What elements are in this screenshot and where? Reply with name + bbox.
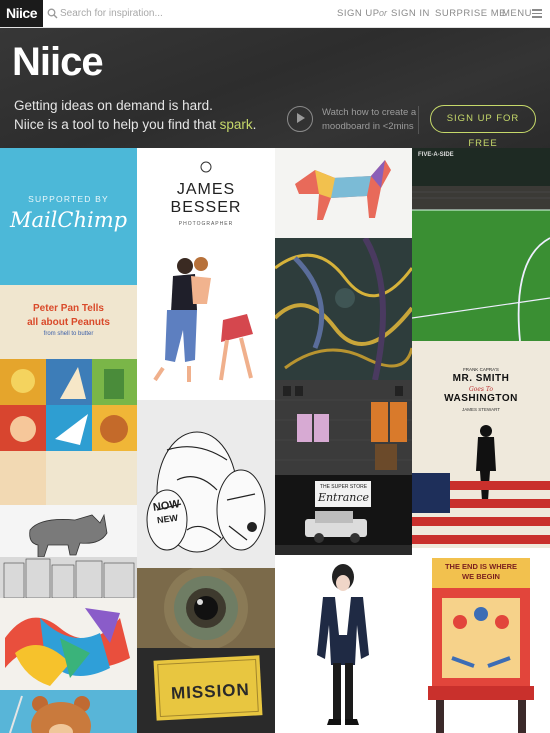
peter-pan-line-3: from shell to butter <box>43 331 94 337</box>
bear-illustration <box>9 695 91 733</box>
pinball-line-2: WE BEGIN <box>462 572 500 581</box>
james-besser-subtitle: PHOTOGRAPHER <box>178 221 234 227</box>
tile-mr-smith[interactable]: FRANK CAPRA'S MR. SMITH Goes To WASHINGT… <box>412 341 550 548</box>
tile-bear[interactable] <box>0 690 137 733</box>
peter-pan-line-1: Peter Pan Tells <box>33 303 104 314</box>
eye-illustration <box>137 568 275 648</box>
tile-marble[interactable] <box>275 238 412 380</box>
five-a-side-sign: FIVE-A-SIDE <box>418 152 454 158</box>
tile-mission[interactable]: MISSION <box>137 648 275 733</box>
pinball-line-1: THE END IS WHERE <box>444 562 518 571</box>
tagline-line-1: Getting ideas on demand is hard. <box>14 98 213 113</box>
hero-banner: Niice Getting ideas on demand is hard. N… <box>0 28 550 149</box>
entrance-sign-main: Entrance <box>317 491 370 504</box>
entrance-sign-top: THE SUPER STORE <box>319 484 368 490</box>
search-icon <box>47 8 58 19</box>
tile-house-night[interactable] <box>275 380 412 475</box>
sign-in-link[interactable]: SIGN IN <box>391 0 430 27</box>
tile-origami-dog[interactable] <box>275 148 412 238</box>
mission-word: MISSION <box>170 679 251 704</box>
top-bar: Niice SIGN UP or SIGN IN SURPRISE ME MEN… <box>0 0 550 28</box>
tile-entrance[interactable]: THE SUPER STORE Entrance <box>275 475 412 555</box>
origami-dog-illustration <box>295 160 391 220</box>
tile-eye[interactable] <box>137 568 275 648</box>
tagline: Getting ideas on demand is hard. Niice i… <box>14 96 256 134</box>
tile-abstract-colors[interactable] <box>0 598 137 690</box>
tile-peter-pan[interactable]: Peter Pan Tells all about Peanuts from s… <box>0 285 137 505</box>
cat-houses-illustration <box>0 513 137 598</box>
or-label: or <box>379 8 388 18</box>
spark-word: spark <box>219 117 253 132</box>
football-pitch-illustration <box>412 148 550 341</box>
mr-smith-illustration <box>412 425 550 544</box>
marble-illustration <box>275 238 412 380</box>
mailchimp-wordmark: MailChimp <box>9 208 128 232</box>
tagline-line-2: Niice is a tool to help you find that sp… <box>14 117 257 132</box>
tile-vases[interactable]: NOW NEW <box>137 400 275 568</box>
hero-divider <box>418 106 419 134</box>
sign-up-for-free-button[interactable]: SIGN UP FOR FREE <box>430 105 536 149</box>
vases-illustration <box>146 431 266 553</box>
niice-logo: Niice <box>12 40 104 84</box>
watch-video-text[interactable]: Watch how to create a moodboard in <2min… <box>322 106 422 134</box>
couple-illustration <box>153 257 253 382</box>
house-night-illustration <box>275 380 412 475</box>
peter-pan-illustration <box>0 359 137 505</box>
james-besser-line-2: BESSER <box>170 199 242 216</box>
niice-logo-small[interactable]: Niice <box>0 0 43 27</box>
menu-icon[interactable] <box>532 9 542 18</box>
fashion-figure-illustration <box>317 564 369 725</box>
peter-pan-line-2: all about Peanuts <box>27 317 110 328</box>
tile-cat-houses[interactable] <box>0 505 137 598</box>
james-besser-logo-mark <box>200 161 212 173</box>
abstract-colors-illustration <box>5 608 130 686</box>
search-input[interactable] <box>60 5 260 22</box>
tile-couple[interactable] <box>137 250 275 400</box>
sign-up-link[interactable]: SIGN UP <box>337 0 380 27</box>
menu-link[interactable]: MENU <box>502 0 532 27</box>
play-video-icon[interactable] <box>287 106 313 132</box>
supported-by-label: SUPPORTED BY <box>28 194 109 204</box>
tile-fashion-figure[interactable] <box>275 555 412 733</box>
james-besser-line-1: JAMES <box>176 181 236 198</box>
tile-pinball[interactable]: THE END IS WHERE WE BEGIN <box>412 548 550 733</box>
surprise-me-link[interactable]: SURPRISE ME <box>435 0 506 27</box>
tile-football-pitch[interactable]: FIVE-A-SIDE <box>412 148 550 341</box>
tile-james-besser[interactable]: JAMES BESSER PHOTOGRAPHER <box>137 148 275 250</box>
tile-mailchimp[interactable]: SUPPORTED BY MailChimp <box>0 148 137 285</box>
